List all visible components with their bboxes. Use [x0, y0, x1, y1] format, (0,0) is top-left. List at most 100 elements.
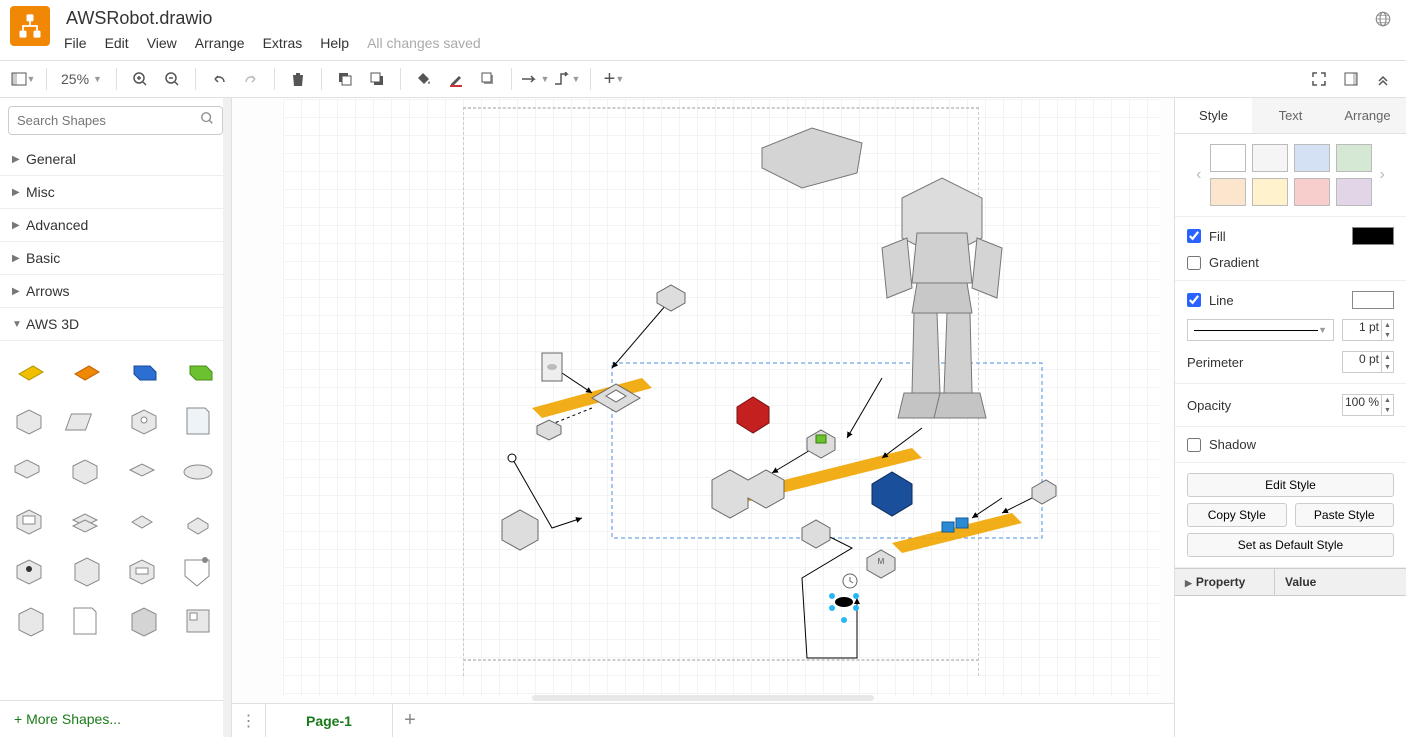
canvas-area[interactable]: M	[232, 98, 1174, 737]
canvas-h-scrollbar[interactable]	[532, 695, 874, 701]
perimeter-input[interactable]: 0 pt▲▼	[1342, 351, 1394, 373]
line-color-button[interactable]	[441, 64, 471, 94]
swatch[interactable]	[1210, 178, 1246, 206]
insert-button[interactable]: +▼	[599, 64, 629, 94]
edit-style-button[interactable]: Edit Style	[1187, 473, 1394, 497]
swatch[interactable]	[1294, 178, 1330, 206]
language-button[interactable]	[1370, 6, 1396, 37]
shape-item[interactable]	[175, 551, 221, 591]
tab-arrange[interactable]: Arrange	[1329, 98, 1406, 133]
shape-item[interactable]	[62, 551, 108, 591]
tab-style[interactable]: Style	[1175, 98, 1252, 133]
shadow-checkbox[interactable]	[1187, 438, 1201, 452]
swatch[interactable]	[1336, 144, 1372, 172]
category-basic[interactable]: ▶Basic	[0, 242, 231, 275]
line-style-select[interactable]: ▼	[1187, 319, 1334, 341]
menu-extras[interactable]: Extras	[263, 35, 303, 51]
shape-aws-orange[interactable]	[62, 351, 108, 391]
shape-item[interactable]	[6, 501, 52, 541]
format-panel-button[interactable]	[1336, 64, 1366, 94]
shape-item[interactable]	[6, 551, 52, 591]
delete-button[interactable]	[283, 64, 313, 94]
shape-aws-green[interactable]	[175, 351, 221, 391]
shapes-sidebar: ▶General ▶Misc ▶Advanced ▶Basic ▶Arrows …	[0, 98, 232, 737]
to-back-button[interactable]	[362, 64, 392, 94]
shape-item[interactable]	[6, 601, 52, 641]
shape-item[interactable]	[6, 401, 52, 441]
diagram-canvas[interactable]: M	[282, 98, 1152, 698]
shadow-icon	[480, 71, 496, 87]
to-back-icon	[369, 71, 385, 87]
gradient-checkbox[interactable]	[1187, 256, 1201, 270]
shape-item[interactable]	[119, 401, 165, 441]
shape-item[interactable]	[119, 451, 165, 491]
swatch-next[interactable]: ›	[1378, 166, 1387, 184]
zoom-in-button[interactable]	[125, 64, 155, 94]
shape-item[interactable]	[119, 601, 165, 641]
line-checkbox[interactable]	[1187, 293, 1201, 307]
shape-item[interactable]	[119, 551, 165, 591]
zoom-select[interactable]: 25%▼	[55, 67, 108, 91]
paste-style-button[interactable]: Paste Style	[1295, 503, 1395, 527]
line-weight-input[interactable]: 1 pt▲▼	[1342, 319, 1394, 341]
shape-aws-yellow[interactable]	[6, 351, 52, 391]
set-default-style-button[interactable]: Set as Default Style	[1187, 533, 1394, 557]
shape-item[interactable]	[62, 601, 108, 641]
shape-item[interactable]	[62, 401, 108, 441]
tab-text[interactable]: Text	[1252, 98, 1329, 133]
shape-item[interactable]	[175, 601, 221, 641]
connection-button[interactable]: ▼	[520, 64, 550, 94]
add-page-button[interactable]: +	[393, 709, 427, 732]
sidebar-scrollbar[interactable]	[223, 98, 231, 737]
shape-item[interactable]	[6, 451, 52, 491]
menu-arrange[interactable]: Arrange	[195, 35, 245, 51]
chevron-right-icon: ▶	[12, 154, 22, 165]
category-advanced[interactable]: ▶Advanced	[0, 209, 231, 242]
app-logo[interactable]	[10, 6, 50, 46]
view-dropdown[interactable]: ▼	[8, 64, 38, 94]
collapse-button[interactable]	[1368, 64, 1398, 94]
undo-button[interactable]	[204, 64, 234, 94]
swatch[interactable]	[1294, 144, 1330, 172]
shape-item[interactable]	[175, 401, 221, 441]
category-general[interactable]: ▶General	[0, 143, 231, 176]
page-tab-1[interactable]: Page-1	[266, 704, 393, 737]
menu-edit[interactable]: Edit	[105, 35, 129, 51]
swatch[interactable]	[1252, 178, 1288, 206]
waypoint-icon	[553, 72, 571, 86]
fill-color-button[interactable]	[409, 64, 439, 94]
shadow-button[interactable]	[473, 64, 503, 94]
shape-item[interactable]	[62, 501, 108, 541]
shape-item[interactable]	[62, 451, 108, 491]
opacity-input[interactable]: 100 %▲▼	[1342, 394, 1394, 416]
category-arrows[interactable]: ▶Arrows	[0, 275, 231, 308]
line-color-chip[interactable]	[1352, 291, 1394, 309]
swatch[interactable]	[1210, 144, 1246, 172]
document-title[interactable]: AWSRobot.drawio	[62, 6, 481, 31]
menu-file[interactable]: File	[64, 35, 87, 51]
shape-item[interactable]	[175, 501, 221, 541]
more-shapes-button[interactable]: + More Shapes...	[0, 700, 231, 737]
waypoint-button[interactable]: ▼	[552, 64, 582, 94]
redo-button[interactable]	[236, 64, 266, 94]
swatch[interactable]	[1336, 178, 1372, 206]
fill-checkbox[interactable]	[1187, 229, 1201, 243]
zoom-out-button[interactable]	[157, 64, 187, 94]
shape-aws-blue[interactable]	[119, 351, 165, 391]
drawio-logo-icon	[16, 12, 44, 40]
shape-item[interactable]	[175, 451, 221, 491]
category-aws3d[interactable]: ▼AWS 3D	[0, 308, 231, 341]
category-misc[interactable]: ▶Misc	[0, 176, 231, 209]
search-shapes[interactable]	[8, 106, 223, 135]
copy-style-button[interactable]: Copy Style	[1187, 503, 1287, 527]
fullscreen-button[interactable]	[1304, 64, 1334, 94]
menu-help[interactable]: Help	[320, 35, 349, 51]
page-menu-button[interactable]: ⋮	[232, 704, 266, 737]
shape-item[interactable]	[119, 501, 165, 541]
swatch[interactable]	[1252, 144, 1288, 172]
search-input[interactable]	[17, 113, 200, 128]
menu-view[interactable]: View	[147, 35, 177, 51]
to-front-button[interactable]	[330, 64, 360, 94]
fill-color-chip[interactable]	[1352, 227, 1394, 245]
swatch-prev[interactable]: ‹	[1194, 166, 1203, 184]
